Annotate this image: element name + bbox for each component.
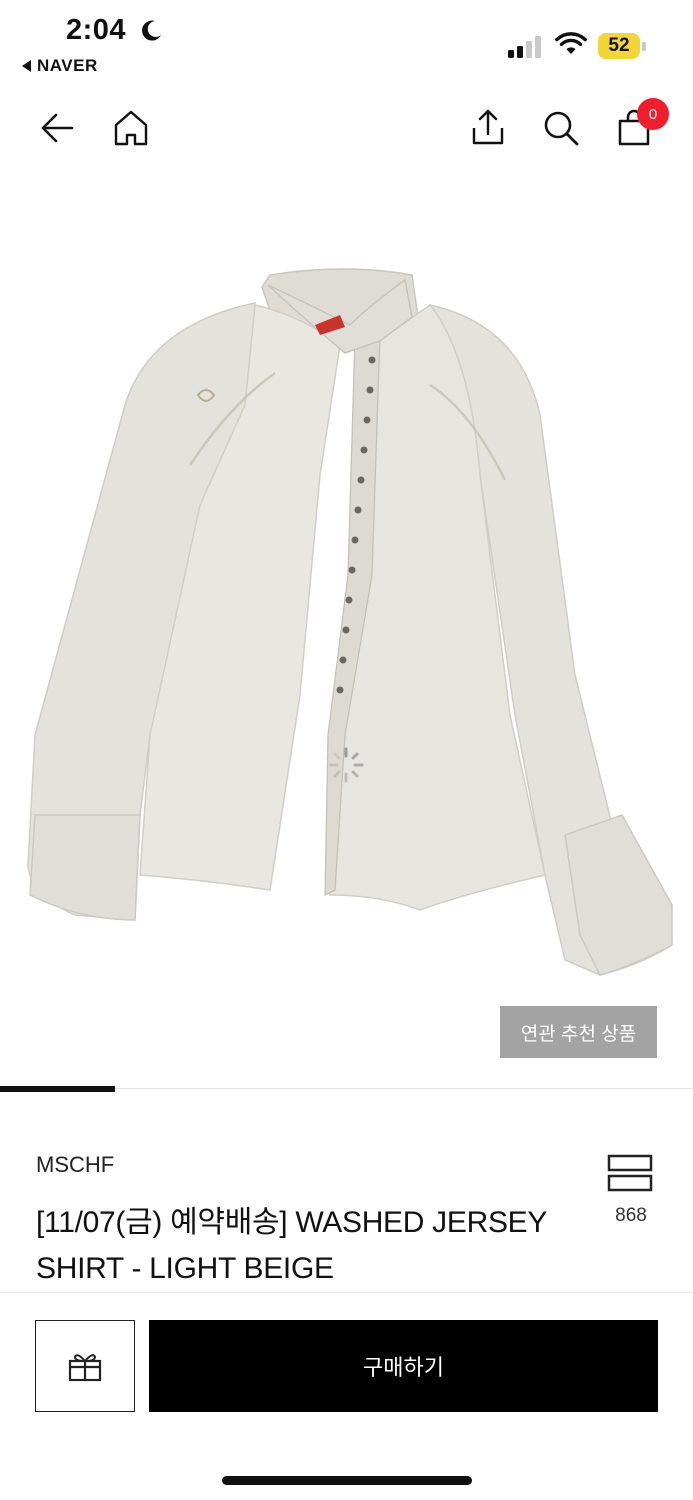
moon-icon [142, 20, 161, 41]
home-indicator[interactable] [222, 1476, 472, 1485]
search-icon[interactable] [541, 108, 581, 148]
buy-button[interactable]: 구매하기 [149, 1320, 658, 1412]
product-title: [11/07(금) 예약배송] WASHED JERSEY SHIRT - LI… [36, 1206, 547, 1285]
status-time: 2:04 [66, 14, 127, 46]
wishlist-icon[interactable] [606, 1153, 654, 1193]
cart-count-badge: 0 [637, 98, 669, 130]
back-arrow-icon[interactable] [38, 108, 78, 148]
gift-icon [68, 1354, 102, 1382]
gift-button[interactable] [35, 1320, 135, 1412]
wifi-icon [555, 32, 587, 54]
back-to-app-link[interactable]: NAVER [22, 56, 98, 76]
back-app-label: NAVER [37, 56, 98, 75]
divider [0, 1292, 693, 1293]
home-icon[interactable] [111, 108, 151, 148]
brand-name[interactable]: MSCHF [36, 1152, 114, 1178]
cellular-signal-icon [508, 36, 541, 58]
battery-level: 52 [598, 33, 640, 59]
back-triangle-icon [22, 60, 31, 72]
product-image[interactable] [0, 175, 693, 1065]
gallery-progress-indicator [0, 1086, 116, 1092]
wishlist-count: 868 [615, 1205, 647, 1226]
related-products-button[interactable]: 연관 추천 상품 [500, 1006, 657, 1058]
battery-indicator: 52 [598, 33, 646, 59]
share-icon[interactable] [468, 108, 508, 148]
